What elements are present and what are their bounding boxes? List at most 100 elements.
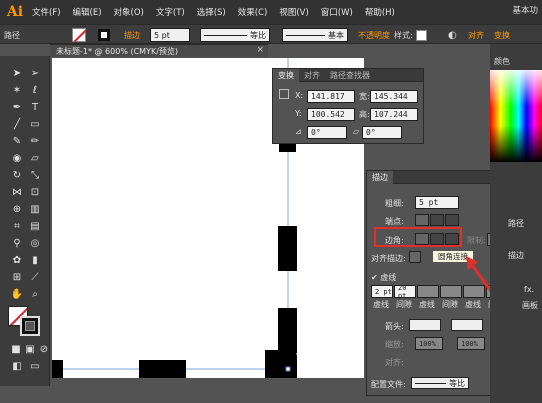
shear-field[interactable]: 0°: [362, 126, 402, 139]
draw-mode-icon[interactable]: ◧: [9, 359, 25, 373]
transform-label[interactable]: 变换: [494, 28, 510, 42]
limit-label: 限制:: [467, 236, 486, 245]
width-field[interactable]: 145.344: [370, 90, 418, 103]
menu-window[interactable]: 窗口(W): [315, 6, 359, 18]
rectangle-tool-icon[interactable]: ▭: [27, 117, 43, 131]
dash-1-field[interactable]: 2 pt: [371, 285, 393, 298]
align-center-button[interactable]: [409, 251, 421, 263]
gap-1-field[interactable]: 20 pt: [394, 284, 416, 300]
x-field[interactable]: 141.817: [307, 90, 355, 103]
menu-select[interactable]: 选择(S): [191, 6, 232, 18]
none-mode-icon[interactable]: ⊘: [36, 342, 52, 356]
blend-tool-icon[interactable]: ◎: [27, 236, 43, 250]
brush-label: 基本: [328, 30, 344, 40]
weight-label: 粗细:: [385, 199, 404, 208]
perspective-grid-icon[interactable]: ▥: [27, 202, 43, 216]
dash-2-field[interactable]: [417, 285, 439, 298]
eyedropper-icon[interactable]: ⚲: [9, 236, 25, 250]
column-graph-icon[interactable]: ▮: [27, 253, 43, 267]
style-swatch[interactable]: [416, 28, 427, 42]
line-tool-icon[interactable]: ╱: [9, 117, 25, 131]
direct-selection-icon[interactable]: ➢: [27, 66, 43, 80]
y-field[interactable]: 100.542: [307, 108, 355, 121]
document-title: 未标题-1* @ 600% (CMYK/预览): [56, 47, 179, 56]
shape-builder-icon[interactable]: ⊕: [9, 202, 25, 216]
blob-brush-icon[interactable]: ◉: [9, 151, 25, 165]
magic-wand-icon[interactable]: ✶: [9, 83, 25, 97]
weight-field[interactable]: 5 pt: [415, 196, 459, 209]
dash-2-label: 虚线: [419, 300, 435, 309]
profile-select[interactable]: 等比: [411, 377, 469, 389]
slice-tool-icon[interactable]: ⟋: [27, 270, 43, 284]
dashed-label: 虚线: [380, 273, 397, 282]
free-transform-icon[interactable]: ⊡: [27, 185, 43, 199]
rotate-field[interactable]: 0°: [307, 126, 347, 139]
eraser-icon[interactable]: ▱: [27, 151, 43, 165]
menu-file[interactable]: 文件(F): [26, 6, 67, 18]
menu-type[interactable]: 文字(T): [150, 6, 191, 18]
menu-help[interactable]: 帮助(H): [359, 6, 401, 18]
gradient-tool-icon[interactable]: ▤: [27, 219, 43, 233]
menu-view[interactable]: 视图(V): [273, 6, 314, 18]
artboard-tool-icon[interactable]: ⊞: [9, 270, 25, 284]
stroke-label[interactable]: 描边: [124, 28, 140, 42]
fx-icon[interactable]: fx.: [524, 285, 534, 294]
stroke-short-label[interactable]: 描边: [508, 250, 524, 261]
type-tool-icon[interactable]: T: [27, 100, 43, 114]
screen-mode-icon[interactable]: ▭: [27, 359, 43, 373]
profile-label: 配置文件:: [371, 380, 406, 389]
tab-align[interactable]: 对齐: [299, 69, 325, 82]
paintbrush-icon[interactable]: ✎: [9, 134, 25, 148]
zoom-tool-icon[interactable]: ⌕: [27, 287, 43, 301]
tab-pathfinder[interactable]: 路径查找器: [325, 69, 375, 82]
symbol-sprayer-icon[interactable]: ✿: [9, 253, 25, 267]
scale-start-field[interactable]: 100%: [415, 337, 443, 350]
scale-tool-icon[interactable]: ⤡: [27, 168, 43, 182]
opacity-label[interactable]: 不透明度: [358, 28, 390, 42]
color-panel-tab[interactable]: 颜色: [494, 56, 510, 67]
hand-tool-icon[interactable]: ✋: [9, 287, 25, 301]
round-cap-button[interactable]: [430, 214, 444, 226]
projecting-cap-button[interactable]: [445, 214, 459, 226]
fill-swatch[interactable]: [72, 28, 86, 42]
variable-width-profile[interactable]: 等比: [200, 28, 270, 42]
anchor-point: [285, 366, 291, 372]
dashed-checkbox[interactable]: ✔ 虚线: [371, 272, 396, 283]
cap-label: 端点:: [385, 217, 404, 226]
brush-definition[interactable]: 基本: [282, 28, 348, 42]
x-label: X:: [295, 91, 304, 100]
rotate-tool-icon[interactable]: ↻: [9, 168, 25, 182]
globe-icon[interactable]: ◐: [448, 28, 457, 42]
align-label[interactable]: 对齐: [468, 28, 484, 42]
stroke-color-swatch[interactable]: [20, 316, 40, 336]
tab-stroke[interactable]: 描边: [367, 170, 393, 184]
workspace-switcher[interactable]: 基本功: [512, 4, 538, 16]
tab-transform[interactable]: 变换: [273, 68, 299, 82]
pen-tool-icon[interactable]: ✒: [9, 100, 25, 114]
stroke-swatch[interactable]: [98, 28, 110, 42]
end-arrow-select[interactable]: [451, 319, 483, 331]
lasso-icon[interactable]: ℓ: [27, 83, 43, 97]
start-arrow-select[interactable]: [409, 319, 441, 331]
height-field[interactable]: 107.244: [370, 108, 418, 121]
butt-cap-button[interactable]: [415, 214, 429, 226]
y-label: Y:: [295, 109, 302, 118]
selection-tool-icon[interactable]: ➤: [9, 66, 25, 80]
transform-panel: 变换 对齐 路径查找器 X: 141.817 宽: 145.344 Y: 100…: [272, 68, 424, 144]
color-spectrum[interactable]: [490, 70, 542, 162]
gap-2-field[interactable]: [440, 285, 462, 298]
scale-end-field[interactable]: 100%: [457, 337, 485, 350]
width-tool-icon[interactable]: ⋈: [9, 185, 25, 199]
gap-1-label: 间隙: [396, 300, 412, 309]
close-icon[interactable]: ×: [256, 45, 264, 55]
reference-point-icon[interactable]: [279, 89, 289, 99]
menu-object[interactable]: 对象(O): [108, 6, 150, 18]
menu-edit[interactable]: 编辑(E): [67, 6, 108, 18]
pencil-icon[interactable]: ✏: [27, 134, 43, 148]
app-logo: Ai: [6, 4, 24, 20]
menu-effect[interactable]: 效果(C): [232, 6, 274, 18]
mesh-tool-icon[interactable]: ⌗: [9, 219, 25, 233]
stroke-weight-field[interactable]: 5 pt: [150, 28, 190, 42]
artboard-tab[interactable]: 画板: [522, 300, 538, 311]
document-tab[interactable]: 未标题-1* @ 600% (CMYK/预览) ×: [50, 44, 268, 57]
